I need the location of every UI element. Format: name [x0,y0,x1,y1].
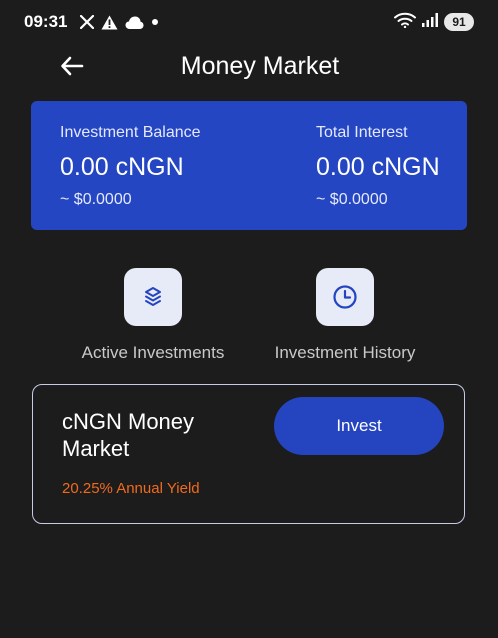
wifi-icon [394,12,416,33]
product-name: cNGN Money Market [62,409,195,461]
investment-balance-value: 0.00 cNGN [60,153,184,181]
cloud-icon [125,12,144,32]
system-status-icons: 91 [394,12,474,32]
active-investments-label: Active Investments [81,343,225,362]
total-interest-value: 0.00 cNGN [316,153,440,181]
clock-icon [333,285,357,309]
investment-balance-label: Investment Balance [60,124,201,141]
investment-history-button[interactable]: Investment History [266,268,424,363]
signal-icon [422,12,438,32]
investment-balance-usd: ~ $0.0000 [60,191,132,208]
balance-card: Investment Balance 0.00 cNGN ~ $0.0000 T… [31,101,467,230]
status-time: 09:31 [24,12,68,31]
annual-yield: 20.25% Annual Yield [62,480,200,497]
dot-icon [151,12,159,32]
notification-icons [80,12,159,32]
active-investments-tile[interactable] [124,268,182,326]
x-logo-icon [80,12,94,32]
total-interest-usd: ~ $0.0000 [316,191,388,208]
status-bar: 09:31 91 [0,0,498,44]
layers-icon [145,287,161,306]
money-market-product-card: cNGN Money Market 20.25% Annual Yield In… [32,384,465,524]
investment-history-label: Investment History [274,343,416,362]
investment-history-tile[interactable] [316,268,374,326]
total-interest-label: Total Interest [316,124,408,141]
active-investments-button[interactable]: Active Investments [75,268,231,363]
battery-icon: 91 [444,13,474,31]
invest-button[interactable]: Invest [274,397,444,455]
page-title: Money Market [180,52,340,80]
warning-icon [101,12,118,32]
money-market-screen: 09:31 91 Money Market Investment Balance… [0,0,498,638]
